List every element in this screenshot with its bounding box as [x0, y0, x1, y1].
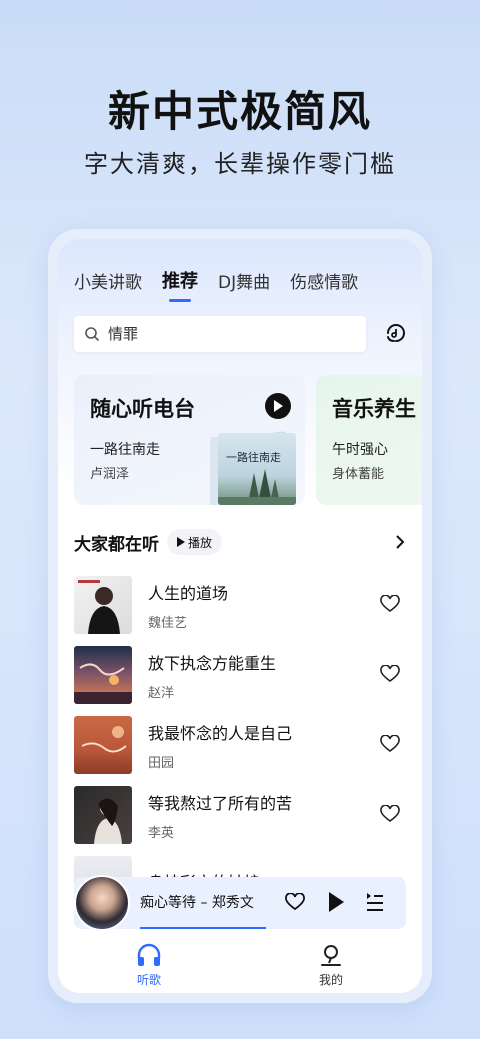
heart-icon[interactable] — [285, 893, 305, 911]
song-cover — [74, 646, 132, 704]
nav-listen[interactable]: 听歌 — [58, 937, 240, 993]
song-cover — [74, 786, 132, 844]
popular-section-header: 大家都在听 播放 — [74, 529, 406, 555]
song-row-1[interactable]: 人生的道场 魏佳艺 — [74, 575, 406, 635]
song-artist: 魏佳艺 — [148, 615, 188, 631]
tab-dj[interactable]: DJ舞曲 — [218, 268, 270, 293]
now-playing-title: 痴心等待 – 郑秀文 — [140, 895, 254, 911]
radio-album-cover: 一路往南走 — [218, 433, 296, 505]
now-playing-cover[interactable] — [74, 875, 130, 931]
play-all-button[interactable]: 播放 — [167, 529, 223, 555]
promo-headline: 新中式极简风 — [107, 87, 372, 136]
song-title: 放下执念方能重生 — [148, 653, 277, 673]
play-icon — [274, 400, 283, 412]
bottom-nav: 听歌 我的 — [58, 937, 422, 993]
tab-sad-songs[interactable]: 伤感情歌 — [290, 268, 358, 293]
app-screen: 小美讲歌 推荐 DJ舞曲 伤感情歌 随心听电台 一路往南走 卢润泽 — [58, 239, 422, 993]
headphones-icon — [137, 943, 161, 966]
song-cover — [74, 716, 132, 774]
play-icon[interactable] — [327, 891, 345, 913]
health-title: 音乐养生 — [332, 396, 416, 421]
playlist-icon[interactable] — [366, 892, 384, 912]
mini-player[interactable]: 痴心等待 – 郑秀文 — [74, 875, 406, 931]
song-title: 我最怀念的人是自己 — [148, 723, 293, 743]
song-row-4[interactable]: 等我熬过了所有的苦 李英 — [74, 785, 406, 845]
heart-icon[interactable] — [380, 665, 400, 683]
category-tabs: 小美讲歌 推荐 DJ舞曲 伤感情歌 — [74, 267, 358, 293]
phone-frame: 小美讲歌 推荐 DJ舞曲 伤感情歌 随心听电台 一路往南走 卢润泽 — [48, 229, 432, 1003]
search-icon — [85, 327, 99, 341]
heart-icon[interactable] — [380, 735, 400, 753]
tab-xiaomei[interactable]: 小美讲歌 — [74, 268, 142, 293]
song-title: 人生的道场 — [148, 583, 229, 603]
nav-mine[interactable]: 我的 — [240, 937, 422, 993]
radio-title: 随心听电台 — [90, 396, 195, 421]
section-title: 大家都在听 — [74, 534, 159, 555]
health-line2: 身体蓄能 — [332, 467, 385, 482]
song-title: 等我熬过了所有的苦 — [148, 793, 293, 813]
play-all-label: 播放 — [188, 535, 213, 550]
song-cover — [74, 576, 132, 634]
album-cover-text: 一路往南走 — [226, 450, 281, 464]
song-row-2[interactable]: 放下执念方能重生 赵洋 — [74, 645, 406, 705]
search-input[interactable] — [108, 325, 348, 343]
song-artist: 赵洋 — [148, 685, 175, 701]
profile-icon — [321, 944, 341, 966]
radio-artist: 卢润泽 — [90, 467, 130, 482]
radio-album-stack: 一路往南走 — [208, 431, 298, 505]
promo-subline: 字大清爽，长辈操作零门槛 — [84, 150, 396, 178]
song-row-3[interactable]: 我最怀念的人是自己 田园 — [74, 715, 406, 775]
heart-icon[interactable] — [380, 805, 400, 823]
tab-recommend[interactable]: 推荐 — [162, 267, 198, 293]
health-line1: 午时强心 — [332, 442, 388, 458]
play-icon — [177, 537, 185, 547]
music-recognition-icon[interactable] — [384, 321, 408, 345]
radio-play-button[interactable] — [265, 393, 291, 419]
chevron-right-icon[interactable] — [394, 535, 406, 549]
radio-song-name: 一路往南走 — [90, 442, 160, 458]
playback-progress — [140, 927, 266, 929]
heart-icon[interactable] — [380, 595, 400, 613]
radio-card[interactable]: 随心听电台 一路往南走 卢润泽 一路往南走 — [74, 375, 305, 505]
search-bar[interactable] — [74, 316, 366, 352]
song-artist: 田园 — [148, 755, 175, 771]
health-card[interactable]: 音乐养生 午时强心 身体蓄能 — [316, 375, 422, 505]
nav-mine-label: 我的 — [318, 972, 343, 987]
nav-listen-label: 听歌 — [136, 972, 161, 987]
song-artist: 李英 — [148, 825, 175, 841]
